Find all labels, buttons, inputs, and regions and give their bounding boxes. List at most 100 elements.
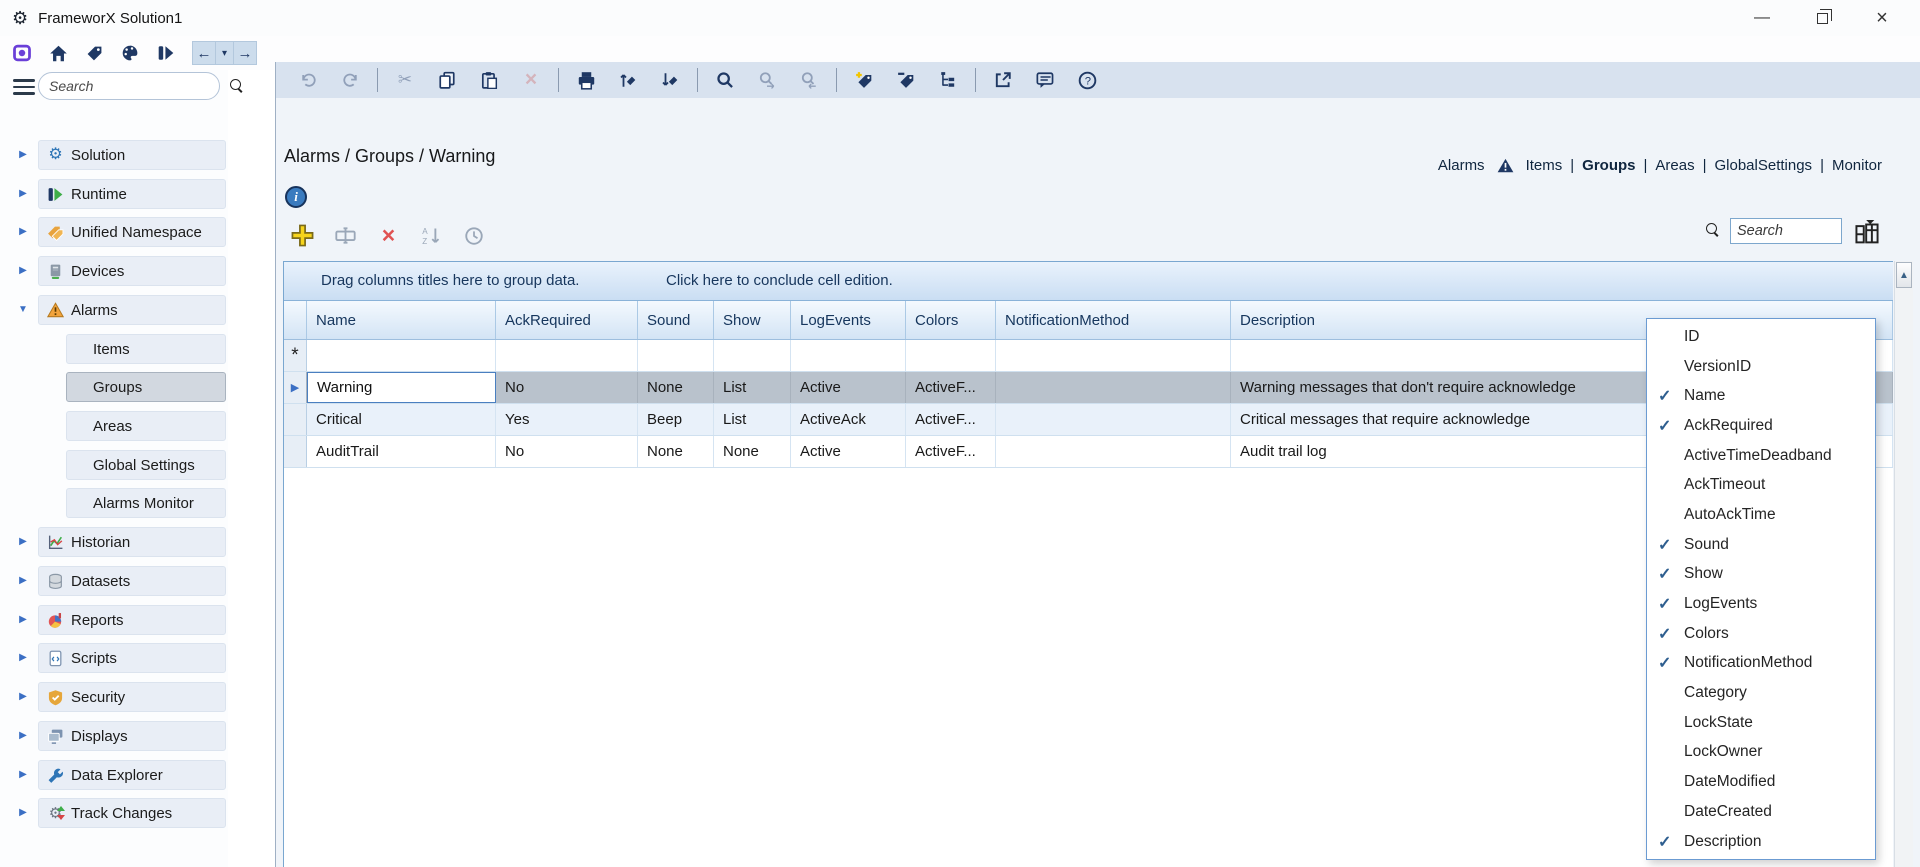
tab-groups[interactable]: Groups (1582, 157, 1635, 174)
search-icon[interactable] (712, 67, 739, 94)
sidebar-item-historian[interactable]: Historian (38, 527, 226, 557)
sidebar-item-reports[interactable]: Reports (38, 605, 226, 635)
nav-forward-button[interactable]: → (233, 41, 257, 65)
delete-row-button[interactable]: × (375, 222, 402, 249)
new-row-cell-logevents[interactable] (791, 340, 906, 371)
nav-back-button[interactable]: ← (192, 41, 216, 65)
cell-name[interactable]: AuditTrail (307, 436, 496, 467)
cell-colors[interactable]: ActiveF... (906, 404, 996, 435)
add-row-button[interactable] (289, 222, 316, 249)
new-row-cell-colors[interactable] (906, 340, 996, 371)
menu-item-lockowner[interactable]: LockOwner (1647, 738, 1875, 768)
copy-icon[interactable] (434, 67, 461, 94)
column-chooser-icon[interactable] (1852, 214, 1882, 247)
sidebar-item-data-explorer[interactable]: Data Explorer (38, 760, 226, 790)
cell-name[interactable]: Critical (307, 404, 496, 435)
cell-logevents[interactable]: Active (791, 372, 906, 403)
tab-monitor[interactable]: Monitor (1832, 157, 1882, 174)
column-header-show[interactable]: Show (714, 301, 791, 339)
cell-sound[interactable]: None (638, 436, 714, 467)
close-button[interactable]: × (1852, 0, 1912, 36)
edit-hint[interactable]: Click here to conclude cell edition. (666, 272, 893, 289)
sidebar-item-solution[interactable]: ⚙Solution (38, 140, 226, 170)
sidebar-item-displays[interactable]: Displays (38, 721, 226, 751)
cell-colors[interactable]: ActiveF... (906, 436, 996, 467)
cell-notificationmethod[interactable] (996, 372, 1231, 403)
sidebar-item-security[interactable]: Security (38, 682, 226, 712)
tree-view-icon[interactable] (935, 67, 962, 94)
paste-icon[interactable] (476, 67, 503, 94)
sidebar-item-track-changes[interactable]: ⚙Track Changes (38, 798, 226, 828)
sidebar-item-datasets[interactable]: Datasets (38, 566, 226, 596)
menu-item-id[interactable]: ID (1647, 322, 1875, 352)
menu-item-colors[interactable]: ✓Colors (1647, 619, 1875, 649)
tree-expander-icon[interactable]: ▶ (17, 652, 29, 663)
sidebar-item-runtime[interactable]: Runtime (38, 179, 226, 209)
menu-item-datemodified[interactable]: DateModified (1647, 767, 1875, 797)
menu-item-show[interactable]: ✓Show (1647, 560, 1875, 590)
sidebar-item-alarms[interactable]: Alarms (38, 295, 226, 325)
column-header-sound[interactable]: Sound (638, 301, 714, 339)
sidebar-item-unified-namespace[interactable]: Unified Namespace (38, 217, 226, 247)
comment-icon[interactable] (1032, 67, 1059, 94)
menu-item-name[interactable]: ✓Name (1647, 381, 1875, 411)
tree-expander-icon[interactable]: ▶ (17, 188, 29, 199)
menu-item-notificationmethod[interactable]: ✓NotificationMethod (1647, 649, 1875, 679)
cell-ackrequired[interactable]: No (496, 372, 638, 403)
cell-sound[interactable]: Beep (638, 404, 714, 435)
tree-expander-icon[interactable]: ▶ (17, 730, 29, 741)
new-row-cell-ackrequired[interactable] (496, 340, 638, 371)
cell-ackrequired[interactable]: Yes (496, 404, 638, 435)
tag-add-icon[interactable] (851, 67, 878, 94)
tree-expander-icon[interactable]: ▶ (17, 536, 29, 547)
column-header-name[interactable]: Name (307, 301, 496, 339)
cell-sound[interactable]: None (638, 372, 714, 403)
tree-expander-icon[interactable]: ▶ (17, 575, 29, 586)
menu-item-category[interactable]: Category (1647, 678, 1875, 708)
menu-item-sound[interactable]: ✓Sound (1647, 530, 1875, 560)
column-header-colors[interactable]: Colors (906, 301, 996, 339)
tree-expander-icon[interactable]: ▶ (17, 769, 29, 780)
tree-expander-icon[interactable]: ▶ (17, 265, 29, 276)
menu-item-ackrequired[interactable]: ✓AckRequired (1647, 411, 1875, 441)
grid-search-input[interactable] (1730, 218, 1842, 244)
cell-show[interactable]: List (714, 372, 791, 403)
restore-button[interactable] (1792, 0, 1852, 36)
column-header-ackrequired[interactable]: AckRequired (496, 301, 638, 339)
tree-expander-icon[interactable]: ▶ (17, 614, 29, 625)
sidebar-item-items[interactable]: Items (66, 334, 226, 364)
new-row-cell-show[interactable] (714, 340, 791, 371)
sidebar-item-global-settings[interactable]: Global Settings (66, 450, 226, 480)
cell-notificationmethod[interactable] (996, 436, 1231, 467)
column-header-logevents[interactable]: LogEvents (791, 301, 906, 339)
menu-item-logevents[interactable]: ✓LogEvents (1647, 589, 1875, 619)
tab-areas[interactable]: Areas (1655, 157, 1694, 174)
cell-colors[interactable]: ActiveF... (906, 372, 996, 403)
tag-export-icon[interactable] (615, 67, 642, 94)
tag-remove-icon[interactable] (893, 67, 920, 94)
cell-show[interactable]: List (714, 404, 791, 435)
tag-import-icon[interactable] (657, 67, 684, 94)
info-icon[interactable]: i (285, 186, 307, 208)
home-icon[interactable] (46, 41, 70, 65)
cell-notificationmethod[interactable] (996, 404, 1231, 435)
grid-vertical-scrollbar[interactable]: ▲ (1894, 261, 1913, 867)
cell-logevents[interactable]: Active (791, 436, 906, 467)
menu-item-activetimedeadband[interactable]: ActiveTimeDeadband (1647, 441, 1875, 471)
sidebar-item-devices[interactable]: Devices (38, 256, 226, 286)
scroll-up-button[interactable]: ▲ (1896, 262, 1912, 288)
sidebar-item-alarms-monitor[interactable]: Alarms Monitor (66, 488, 226, 518)
menu-item-autoacktime[interactable]: AutoAckTime (1647, 500, 1875, 530)
sidebar-item-areas[interactable]: Areas (66, 411, 226, 441)
tree-expander-icon[interactable]: ▼ (17, 304, 29, 315)
tag-icon[interactable] (82, 41, 106, 65)
grid-search-icon[interactable] (1706, 223, 1720, 237)
column-header-notificationmethod[interactable]: NotificationMethod (996, 301, 1231, 339)
app-logo-icon[interactable] (10, 41, 34, 65)
tree-expander-icon[interactable]: ▶ (17, 691, 29, 702)
tree-expander-icon[interactable]: ▶ (17, 807, 29, 818)
cell-name[interactable]: Warning (307, 372, 496, 403)
search-icon[interactable] (230, 79, 244, 93)
menu-item-datecreated[interactable]: DateCreated (1647, 797, 1875, 827)
new-row-cell-sound[interactable] (638, 340, 714, 371)
